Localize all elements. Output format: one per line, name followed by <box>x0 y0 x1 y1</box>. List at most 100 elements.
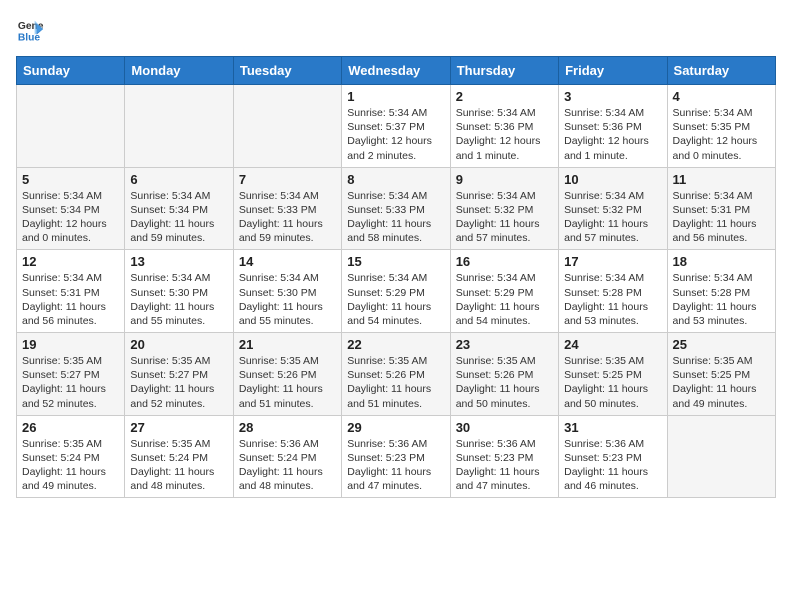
day-number: 13 <box>130 254 227 269</box>
day-number: 22 <box>347 337 444 352</box>
calendar-cell: 30Sunrise: 5:36 AM Sunset: 5:23 PM Dayli… <box>450 415 558 498</box>
day-info: Sunrise: 5:34 AM Sunset: 5:36 PM Dayligh… <box>564 106 661 163</box>
day-number: 31 <box>564 420 661 435</box>
calendar-header-row: SundayMondayTuesdayWednesdayThursdayFrid… <box>17 57 776 85</box>
day-number: 1 <box>347 89 444 104</box>
calendar-week-row: 19 Sunrise: 5:35 AM Sunset: 5:27 PM Dayli… <box>17 333 776 416</box>
calendar-cell: 21Sunrise: 5:35 AM Sunset: 5:26 PM Dayli… <box>233 333 341 416</box>
day-info: Sunrise: 5:34 AM Sunset: 5:33 PM Dayligh… <box>347 189 444 246</box>
day-number: 23 <box>456 337 553 352</box>
day-number: 25 <box>673 337 770 352</box>
calendar-cell: 19 Sunrise: 5:35 AM Sunset: 5:27 PM Dayli… <box>17 333 125 416</box>
day-info: Sunrise: 5:34 AM Sunset: 5:30 PM Dayligh… <box>239 271 336 328</box>
day-number: 28 <box>239 420 336 435</box>
calendar-cell <box>125 85 233 168</box>
day-number: 24 <box>564 337 661 352</box>
day-number: 2 <box>456 89 553 104</box>
calendar-cell: 13 Sunrise: 5:34 AM Sunset: 5:30 PM Dayli… <box>125 250 233 333</box>
calendar-table: SundayMondayTuesdayWednesdayThursdayFrid… <box>16 56 776 498</box>
day-number: 12 <box>22 254 119 269</box>
day-info: Sunrise: 5:35 AM Sunset: 5:26 PM Dayligh… <box>347 354 444 411</box>
calendar-cell: 8 Sunrise: 5:34 AM Sunset: 5:33 PM Daylig… <box>342 167 450 250</box>
calendar-week-row: 1 Sunrise: 5:34 AM Sunset: 5:37 PM Daylig… <box>17 85 776 168</box>
day-number: 5 <box>22 172 119 187</box>
header-cell-tuesday: Tuesday <box>233 57 341 85</box>
day-number: 29 <box>347 420 444 435</box>
day-info: Sunrise: 5:35 AM Sunset: 5:27 PM Dayligh… <box>22 354 119 411</box>
day-info: Sunrise: 5:35 AM Sunset: 5:27 PM Dayligh… <box>130 354 227 411</box>
day-info: Sunrise: 5:35 AM Sunset: 5:26 PM Dayligh… <box>456 354 553 411</box>
day-number: 19 <box>22 337 119 352</box>
calendar-cell: 7 Sunrise: 5:34 AM Sunset: 5:33 PM Daylig… <box>233 167 341 250</box>
day-info: Sunrise: 5:34 AM Sunset: 5:31 PM Dayligh… <box>22 271 119 328</box>
calendar-cell: 18 Sunrise: 5:34 AM Sunset: 5:28 PM Dayli… <box>667 250 775 333</box>
day-info: Sunrise: 5:34 AM Sunset: 5:28 PM Dayligh… <box>673 271 770 328</box>
calendar-cell: 2 Sunrise: 5:34 AM Sunset: 5:36 PM Daylig… <box>450 85 558 168</box>
day-info: Sunrise: 5:34 AM Sunset: 5:29 PM Dayligh… <box>456 271 553 328</box>
page-header: General Blue <box>16 16 776 44</box>
day-info: Sunrise: 5:34 AM Sunset: 5:35 PM Dayligh… <box>673 106 770 163</box>
calendar-week-row: 5 Sunrise: 5:34 AM Sunset: 5:34 PM Daylig… <box>17 167 776 250</box>
day-number: 30 <box>456 420 553 435</box>
day-number: 18 <box>673 254 770 269</box>
day-info: Sunrise: 5:34 AM Sunset: 5:36 PM Dayligh… <box>456 106 553 163</box>
day-info: Sunrise: 5:34 AM Sunset: 5:34 PM Dayligh… <box>22 189 119 246</box>
day-number: 3 <box>564 89 661 104</box>
day-number: 8 <box>347 172 444 187</box>
day-number: 11 <box>673 172 770 187</box>
day-number: 14 <box>239 254 336 269</box>
calendar-cell: 16 Sunrise: 5:34 AM Sunset: 5:29 PM Dayli… <box>450 250 558 333</box>
calendar-cell: 25 Sunrise: 5:35 AM Sunset: 5:25 PM Dayli… <box>667 333 775 416</box>
day-number: 26 <box>22 420 119 435</box>
header-cell-wednesday: Wednesday <box>342 57 450 85</box>
day-number: 6 <box>130 172 227 187</box>
day-info: Sunrise: 5:35 AM Sunset: 5:25 PM Dayligh… <box>564 354 661 411</box>
header-cell-thursday: Thursday <box>450 57 558 85</box>
header-cell-saturday: Saturday <box>667 57 775 85</box>
day-number: 17 <box>564 254 661 269</box>
day-number: 15 <box>347 254 444 269</box>
calendar-cell: 24 Sunrise: 5:35 AM Sunset: 5:25 PM Dayli… <box>559 333 667 416</box>
day-number: 7 <box>239 172 336 187</box>
day-number: 4 <box>673 89 770 104</box>
calendar-cell: 11 Sunrise: 5:34 AM Sunset: 5:31 PM Dayli… <box>667 167 775 250</box>
calendar-cell: 20 Sunrise: 5:35 AM Sunset: 5:27 PM Dayli… <box>125 333 233 416</box>
day-number: 9 <box>456 172 553 187</box>
calendar-cell: 14 Sunrise: 5:34 AM Sunset: 5:30 PM Dayli… <box>233 250 341 333</box>
calendar-cell: 23 Sunrise: 5:35 AM Sunset: 5:26 PM Dayli… <box>450 333 558 416</box>
calendar-body: 1 Sunrise: 5:34 AM Sunset: 5:37 PM Daylig… <box>17 85 776 498</box>
day-info: Sunrise: 5:34 AM Sunset: 5:30 PM Dayligh… <box>130 271 227 328</box>
day-info: Sunrise: 5:34 AM Sunset: 5:33 PM Dayligh… <box>239 189 336 246</box>
header-cell-friday: Friday <box>559 57 667 85</box>
calendar-cell: 26 Sunrise: 5:35 AM Sunset: 5:24 PM Dayli… <box>17 415 125 498</box>
calendar-week-row: 12 Sunrise: 5:34 AM Sunset: 5:31 PM Dayli… <box>17 250 776 333</box>
calendar-cell: 12 Sunrise: 5:34 AM Sunset: 5:31 PM Dayli… <box>17 250 125 333</box>
calendar-cell: 22 Sunrise: 5:35 AM Sunset: 5:26 PM Dayli… <box>342 333 450 416</box>
day-info: Sunrise: 5:36 AM Sunset: 5:23 PM Dayligh… <box>347 437 444 494</box>
calendar-cell: 5 Sunrise: 5:34 AM Sunset: 5:34 PM Daylig… <box>17 167 125 250</box>
day-info: Sunrise: 5:34 AM Sunset: 5:37 PM Dayligh… <box>347 106 444 163</box>
calendar-cell: 1 Sunrise: 5:34 AM Sunset: 5:37 PM Daylig… <box>342 85 450 168</box>
header-cell-sunday: Sunday <box>17 57 125 85</box>
calendar-cell <box>667 415 775 498</box>
calendar-cell: 31 Sunrise: 5:36 AM Sunset: 5:23 PM Dayli… <box>559 415 667 498</box>
day-info: Sunrise: 5:34 AM Sunset: 5:28 PM Dayligh… <box>564 271 661 328</box>
calendar-cell: 28Sunrise: 5:36 AM Sunset: 5:24 PM Dayli… <box>233 415 341 498</box>
day-info: Sunrise: 5:36 AM Sunset: 5:23 PM Dayligh… <box>564 437 661 494</box>
day-number: 20 <box>130 337 227 352</box>
calendar-cell: 10 Sunrise: 5:34 AM Sunset: 5:32 PM Dayli… <box>559 167 667 250</box>
day-info: Sunrise: 5:34 AM Sunset: 5:29 PM Dayligh… <box>347 271 444 328</box>
day-info: Sunrise: 5:35 AM Sunset: 5:24 PM Dayligh… <box>22 437 119 494</box>
calendar-cell <box>233 85 341 168</box>
day-info: Sunrise: 5:35 AM Sunset: 5:25 PM Dayligh… <box>673 354 770 411</box>
day-info: Sunrise: 5:35 AM Sunset: 5:26 PM Dayligh… <box>239 354 336 411</box>
day-number: 10 <box>564 172 661 187</box>
calendar-cell: 15 Sunrise: 5:34 AM Sunset: 5:29 PM Dayli… <box>342 250 450 333</box>
day-info: Sunrise: 5:34 AM Sunset: 5:32 PM Dayligh… <box>456 189 553 246</box>
calendar-cell: 6Sunrise: 5:34 AM Sunset: 5:34 PM Daylig… <box>125 167 233 250</box>
day-info: Sunrise: 5:34 AM Sunset: 5:32 PM Dayligh… <box>564 189 661 246</box>
day-info: Sunrise: 5:34 AM Sunset: 5:31 PM Dayligh… <box>673 189 770 246</box>
day-number: 16 <box>456 254 553 269</box>
day-info: Sunrise: 5:35 AM Sunset: 5:24 PM Dayligh… <box>130 437 227 494</box>
calendar-week-row: 26 Sunrise: 5:35 AM Sunset: 5:24 PM Dayli… <box>17 415 776 498</box>
